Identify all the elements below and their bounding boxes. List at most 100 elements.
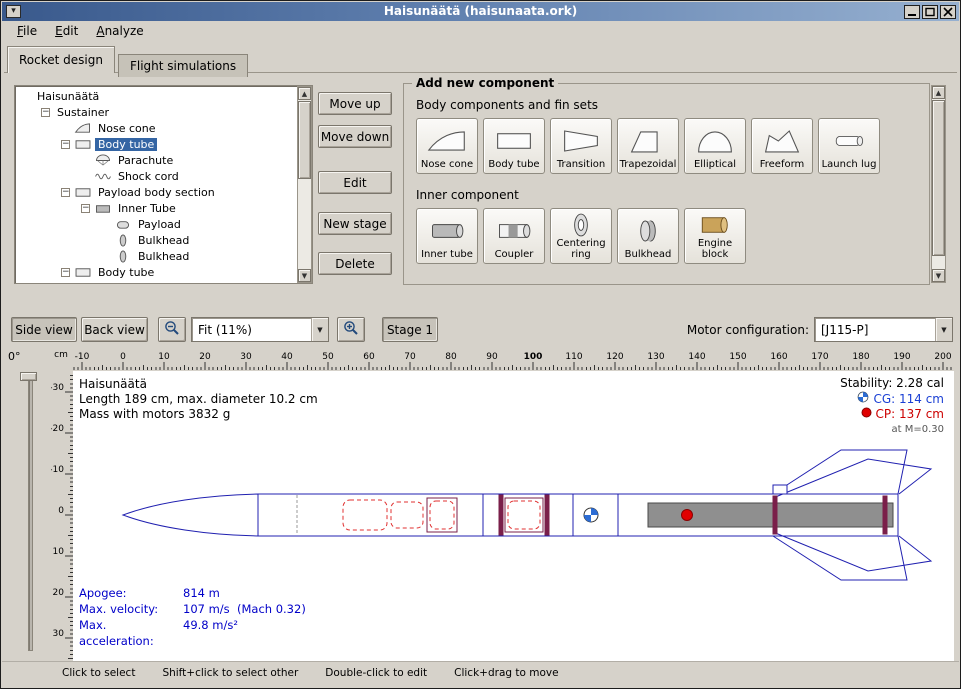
magnifier-plus-icon <box>343 320 359 339</box>
scroll-up-button[interactable]: ▲ <box>298 87 311 100</box>
tree-item-label: Bulkhead <box>135 250 192 263</box>
add-elliptical-button[interactable]: Elliptical <box>684 118 746 174</box>
add-launch-lug-button[interactable]: Launch lug <box>818 118 880 174</box>
tree-item-bulkhead[interactable]: Bulkhead <box>15 232 295 248</box>
menu-item-analyze[interactable]: Analyze <box>87 21 152 41</box>
scroll-up-button[interactable]: ▲ <box>932 86 945 99</box>
mach-note: at M=0.30 <box>840 422 944 437</box>
bulkhead-icon <box>628 212 668 249</box>
stage-1-toggle[interactable]: Stage 1 <box>382 317 438 342</box>
tree-item-payload[interactable]: Payload <box>15 216 295 232</box>
tree-expander-icon[interactable]: − <box>61 188 70 197</box>
tree-item-inner-tube[interactable]: −Inner Tube <box>15 200 295 216</box>
zoom-in-button[interactable] <box>337 317 365 342</box>
svg-text:150: 150 <box>729 352 746 362</box>
flight-info: Apogee:814 mMax. velocity:107 m/s (Mach … <box>79 585 306 649</box>
add-centering-ring-button[interactable]: Centering ring <box>550 208 612 264</box>
edit-button[interactable]: Edit <box>318 171 392 194</box>
vertical-ruler: -30-20-100102030 <box>51 371 73 661</box>
move-down-button[interactable]: Move down <box>318 125 392 148</box>
tree-item-tube-coupler[interactable]: Tube coupler <box>15 280 295 284</box>
maximize-button[interactable] <box>922 5 938 19</box>
tree-item-body-tube[interactable]: −Body tube <box>15 136 295 152</box>
chevron-down-icon[interactable]: ▼ <box>935 318 952 341</box>
launch-lug[interactable] <box>773 485 787 494</box>
tree-item-shock-cord[interactable]: Shock cord <box>15 168 295 184</box>
tree-item-sustainer[interactable]: −Sustainer <box>15 104 295 120</box>
stability-value: Stability: 2.28 cal <box>840 376 944 391</box>
zoom-select[interactable]: Fit (11%) ▼ <box>191 317 329 342</box>
zoom-out-button[interactable] <box>158 317 186 342</box>
scrollbar-thumb[interactable] <box>932 100 945 256</box>
add-component-scrollbar[interactable]: ▲ ▼ <box>931 85 946 283</box>
delete-button[interactable]: Delete <box>318 252 392 275</box>
rotation-slider[interactable] <box>28 373 33 651</box>
tab-flight-simulations[interactable]: Flight simulations <box>118 54 248 77</box>
side-view-button[interactable]: Side view <box>11 317 77 342</box>
add-trapezoidal-button[interactable]: Trapezoidal <box>617 118 679 174</box>
body-tube-icon <box>494 122 534 159</box>
scroll-down-button[interactable]: ▼ <box>932 269 945 282</box>
svg-text:0: 0 <box>120 352 126 362</box>
window-title: Haisunäätä (haisunaata.ork) <box>2 4 959 18</box>
chevron-down-icon[interactable]: ▼ <box>311 318 328 341</box>
tree-item-nose-cone[interactable]: Nose cone <box>15 120 295 136</box>
transition-icon <box>561 122 601 159</box>
payload-icon <box>114 218 132 231</box>
svg-text:0: 0 <box>58 506 64 516</box>
tree-item-body-tube[interactable]: − Body tube <box>15 264 295 280</box>
back-view-button[interactable]: Back view <box>81 317 148 342</box>
tab-rocket-design[interactable]: Rocket design <box>7 46 115 73</box>
svg-text:20: 20 <box>53 588 65 598</box>
cp-marker-icon <box>682 510 693 521</box>
coupler-icon <box>494 212 534 249</box>
minimize-button[interactable] <box>904 5 920 19</box>
tree-scrollbar[interactable]: ▲ ▼ <box>297 86 312 283</box>
centering-ring-icon <box>561 212 601 238</box>
rotation-slider-handle[interactable] <box>20 372 37 381</box>
tree-item-bulkhead[interactable]: Bulkhead <box>15 248 295 264</box>
stability-info: Stability: 2.28 cal CG: 114 cm CP: 137 c… <box>840 376 944 437</box>
component-group-label: Inner component <box>416 188 929 202</box>
nose-cone-icon <box>74 122 92 135</box>
add-coupler-button[interactable]: Coupler <box>483 208 545 264</box>
tree-item-label: Shock cord <box>115 170 182 183</box>
add-transition-button[interactable]: Transition <box>550 118 612 174</box>
status-hint: Shift+click to select other <box>162 667 298 679</box>
close-icon <box>943 7 953 17</box>
add-engine-block-button[interactable]: Engine block <box>684 208 746 264</box>
tree-expander-icon[interactable]: − <box>61 268 70 277</box>
elliptical-fin-icon <box>695 122 735 159</box>
component-tree[interactable]: Haisunäätä−SustainerNose cone − Body tube P… <box>14 85 313 284</box>
tree-expander-icon[interactable]: − <box>41 108 50 117</box>
tree-item-parachute[interactable]: Parachute <box>15 152 295 168</box>
menu-item-edit[interactable]: Edit <box>46 21 87 41</box>
scroll-down-button[interactable]: ▼ <box>298 269 311 282</box>
motor-configuration-select[interactable]: [J115-P] ▼ <box>814 317 953 342</box>
scrollbar-thumb[interactable] <box>298 101 311 179</box>
move-up-button[interactable]: Move up <box>318 92 392 115</box>
tree-expander-icon[interactable]: − <box>61 140 70 149</box>
add-body-tube-button[interactable]: Body tube <box>483 118 545 174</box>
tree-item-haisunäätä[interactable]: Haisunäätä <box>15 88 295 104</box>
inner-tube-icon <box>94 202 112 215</box>
cp-value: CP: 137 cm <box>876 407 944 422</box>
close-button[interactable] <box>940 5 956 19</box>
add-freeform-button[interactable]: Freeform <box>751 118 813 174</box>
add-inner-tube-button[interactable]: Inner tube <box>416 208 478 264</box>
menu-item-file[interactable]: File <box>8 21 46 41</box>
tree-expander-icon[interactable]: − <box>81 204 90 213</box>
svg-text:10: 10 <box>158 352 170 362</box>
add-bulkhead-button[interactable]: Bulkhead <box>617 208 679 264</box>
svg-text:200: 200 <box>934 352 951 362</box>
add-nose-cone-button[interactable]: Nose cone <box>416 118 478 174</box>
tree-item-label: Body tube <box>95 266 157 279</box>
svg-text:10: 10 <box>53 547 65 557</box>
new-stage-button[interactable]: New stage <box>318 212 392 235</box>
tree-item-payload-body-section[interactable]: −Payload body section <box>15 184 295 200</box>
svg-text:190: 190 <box>893 352 910 362</box>
rocket-canvas[interactable]: Haisunäätä Length 189 cm, max. diameter … <box>73 371 954 661</box>
title-bar[interactable]: ▾ Haisunäätä (haisunaata.ork) <box>2 2 959 21</box>
launch-lug-icon <box>829 122 869 159</box>
body-tube-icon <box>74 266 92 279</box>
